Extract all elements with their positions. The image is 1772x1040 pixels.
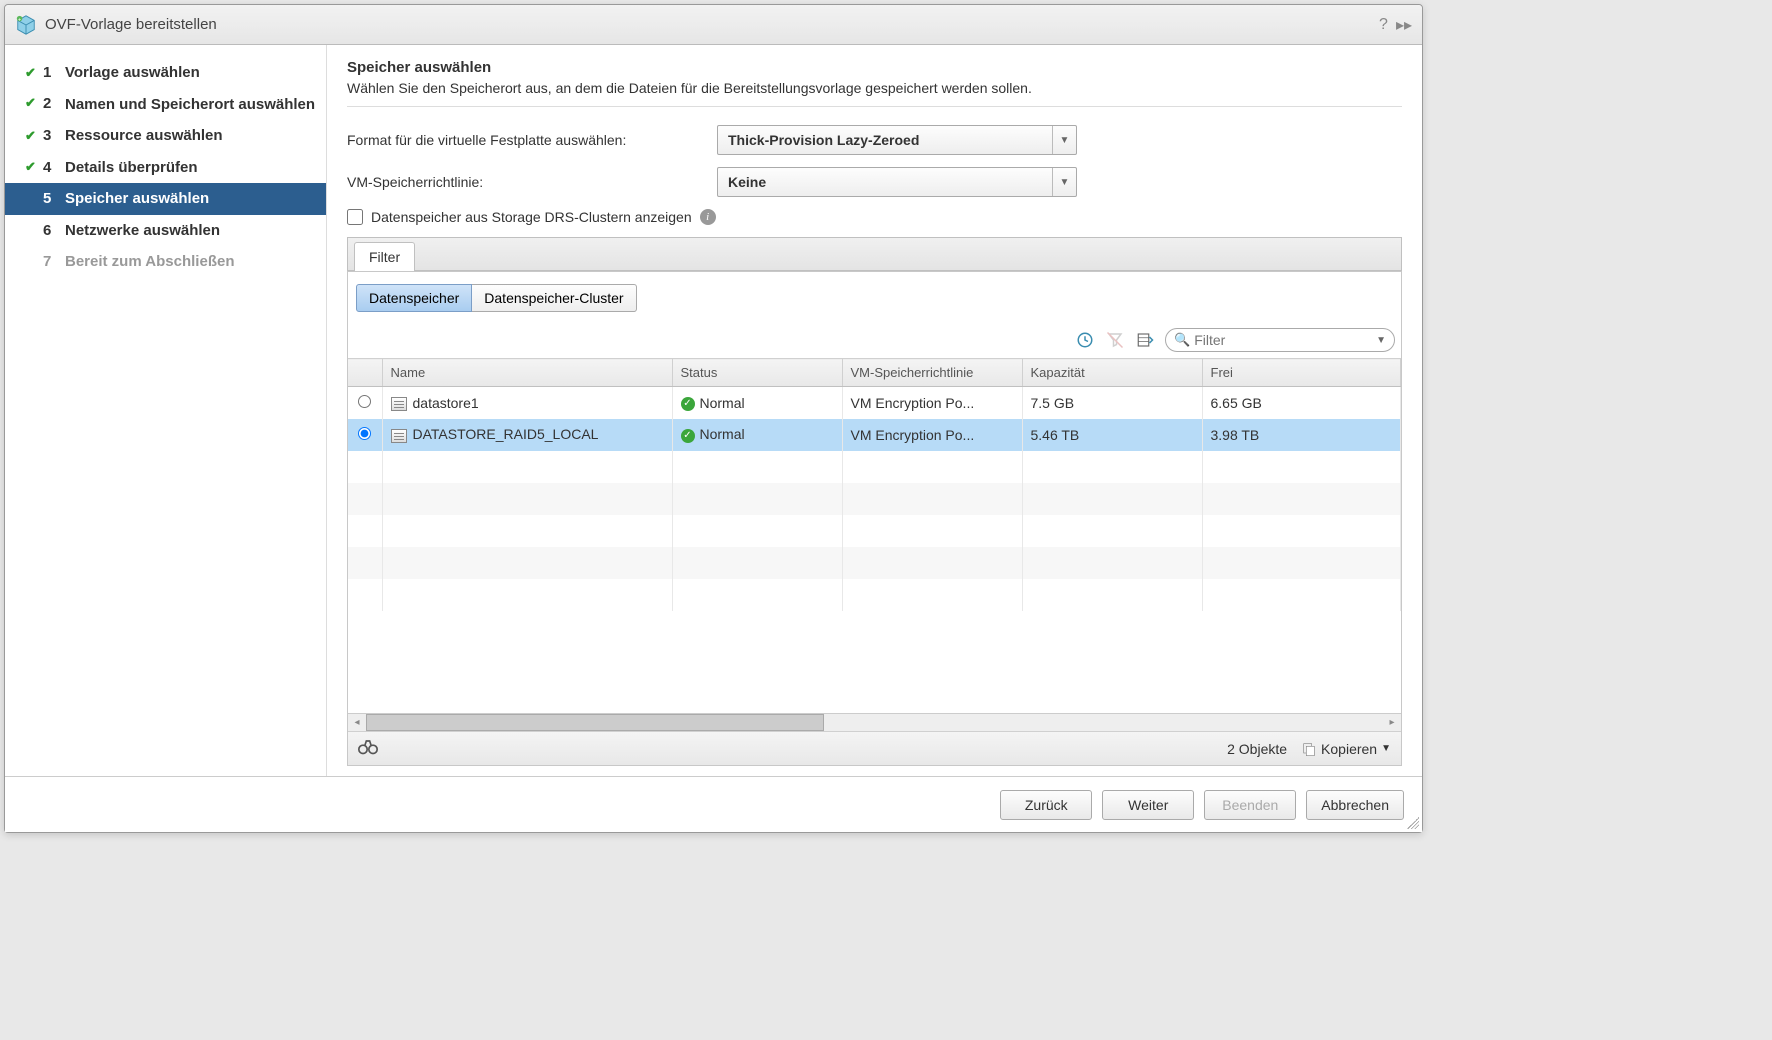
subtab-datastores[interactable]: Datenspeicher: [356, 284, 472, 312]
datastore-table-container: Datenspeicher Datenspeicher-Cluster 🔍 ▼: [347, 271, 1402, 766]
table-row[interactable]: datastore1 ✓Normal VM Encryption Po... 7…: [348, 387, 1401, 419]
expand-icon[interactable]: ▸▸: [1396, 15, 1412, 35]
storage-policy-label: VM-Speicherrichtlinie:: [347, 174, 717, 190]
filter-search-box[interactable]: 🔍 ▼: [1165, 328, 1395, 352]
table-body: Name Status VM-Speicherrichtlinie Kapazi…: [348, 358, 1401, 713]
page-description: Wählen Sie den Speicherort aus, an dem d…: [347, 80, 1402, 96]
table-footer: 2 Objekte Kopieren ▼: [348, 731, 1401, 765]
datastore-icon: [391, 429, 407, 443]
object-count: 2 Objekte: [1227, 741, 1287, 757]
step-4[interactable]: ✔4Details überprüfen: [5, 152, 326, 184]
disk-format-label: Format für die virtuelle Festplatte ausw…: [347, 132, 717, 148]
storage-policy-dropdown[interactable]: Keine ▼: [717, 167, 1077, 197]
wizard-steps-sidebar: ✔1Vorlage auswählen ✔2Namen und Speicher…: [5, 45, 327, 776]
clear-filter-icon[interactable]: [1105, 330, 1125, 350]
disk-format-row: Format für die virtuelle Festplatte ausw…: [347, 125, 1402, 155]
col-status[interactable]: Status: [672, 359, 842, 387]
info-icon[interactable]: i: [700, 209, 716, 225]
col-policy[interactable]: VM-Speicherrichtlinie: [842, 359, 1022, 387]
step-6[interactable]: ✔6Netzwerke auswählen: [5, 215, 326, 247]
help-icon[interactable]: ?: [1379, 16, 1388, 34]
resize-grip-icon[interactable]: [1407, 817, 1419, 829]
drs-cluster-label: Datenspeicher aus Storage DRS-Clustern a…: [371, 209, 692, 225]
chevron-down-icon: ▼: [1052, 168, 1076, 196]
table-row-empty: [348, 547, 1401, 579]
scroll-handle[interactable]: [366, 714, 824, 731]
table-row-empty: [348, 515, 1401, 547]
dialog-footer: Zurück Weiter Beenden Abbrechen: [5, 776, 1422, 832]
scroll-left-icon[interactable]: ◂: [348, 717, 366, 728]
chevron-down-icon: ▼: [1381, 743, 1391, 754]
dialog-title: OVF-Vorlage bereitstellen: [45, 16, 1371, 33]
storage-policy-row: VM-Speicherrichtlinie: Keine ▼: [347, 167, 1402, 197]
recent-icon[interactable]: [1075, 330, 1095, 350]
ovf-icon: +: [15, 14, 37, 36]
datastore-icon: [391, 397, 407, 411]
drs-cluster-checkbox-row[interactable]: Datenspeicher aus Storage DRS-Clustern a…: [347, 209, 1402, 225]
datastore-radio[interactable]: [358, 395, 371, 408]
disk-format-dropdown[interactable]: Thick-Provision Lazy-Zeroed ▼: [717, 125, 1077, 155]
ok-icon: ✓: [681, 397, 695, 411]
find-icon[interactable]: [358, 737, 378, 760]
scroll-right-icon[interactable]: ▸: [1383, 717, 1401, 728]
horizontal-scrollbar[interactable]: ◂ ▸: [348, 713, 1401, 731]
step-7: ✔7Bereit zum Abschließen: [5, 246, 326, 278]
copy-icon: [1301, 741, 1317, 757]
col-free[interactable]: Frei: [1202, 359, 1401, 387]
col-capacity[interactable]: Kapazität: [1022, 359, 1202, 387]
subtabs: Datenspeicher Datenspeicher-Cluster: [348, 272, 1401, 322]
check-icon: ✔: [25, 128, 43, 144]
copy-button[interactable]: Kopieren ▼: [1301, 741, 1391, 757]
subtab-datastore-clusters[interactable]: Datenspeicher-Cluster: [472, 284, 636, 312]
datastore-radio[interactable]: [358, 427, 371, 440]
filter-tabbar: Filter: [347, 237, 1402, 271]
table-row-empty: [348, 483, 1401, 515]
step-1[interactable]: ✔1Vorlage auswählen: [5, 57, 326, 89]
table-row-empty: [348, 451, 1401, 483]
step-3[interactable]: ✔3Ressource auswählen: [5, 120, 326, 152]
cancel-button[interactable]: Abbrechen: [1306, 790, 1404, 820]
filter-search-input[interactable]: [1194, 332, 1376, 348]
chevron-down-icon: ▼: [1052, 126, 1076, 154]
columns-icon[interactable]: [1135, 330, 1155, 350]
col-radio: [348, 359, 382, 387]
table-row-empty: [348, 579, 1401, 611]
page-heading: Speicher auswählen: [347, 59, 1402, 76]
back-button[interactable]: Zurück: [1000, 790, 1092, 820]
step-5[interactable]: ✔5Speicher auswählen: [5, 183, 326, 215]
chevron-down-icon[interactable]: ▼: [1376, 335, 1386, 346]
divider: [347, 106, 1402, 107]
ovf-deploy-dialog: + OVF-Vorlage bereitstellen ? ▸▸ ✔1Vorla…: [4, 4, 1423, 833]
main-panel: Speicher auswählen Wählen Sie den Speich…: [327, 45, 1422, 776]
finish-button: Beenden: [1204, 790, 1296, 820]
step-2[interactable]: ✔2Namen und Speicherort auswählen: [5, 89, 326, 121]
check-icon: ✔: [25, 95, 43, 111]
drs-cluster-checkbox[interactable]: [347, 209, 363, 225]
tab-filter[interactable]: Filter: [354, 242, 415, 271]
titlebar: + OVF-Vorlage bereitstellen ? ▸▸: [5, 5, 1422, 45]
ok-icon: ✓: [681, 429, 695, 443]
datastore-table: Name Status VM-Speicherrichtlinie Kapazi…: [348, 358, 1401, 611]
table-toolbar: 🔍 ▼: [348, 322, 1401, 358]
check-icon: ✔: [25, 65, 43, 81]
check-icon: ✔: [25, 159, 43, 175]
svg-text:+: +: [18, 17, 21, 23]
next-button[interactable]: Weiter: [1102, 790, 1194, 820]
search-icon: 🔍: [1174, 332, 1190, 348]
dialog-body: ✔1Vorlage auswählen ✔2Namen und Speicher…: [5, 45, 1422, 776]
table-row[interactable]: DATASTORE_RAID5_LOCAL ✓Normal VM Encrypt…: [348, 419, 1401, 451]
col-name[interactable]: Name: [382, 359, 672, 387]
